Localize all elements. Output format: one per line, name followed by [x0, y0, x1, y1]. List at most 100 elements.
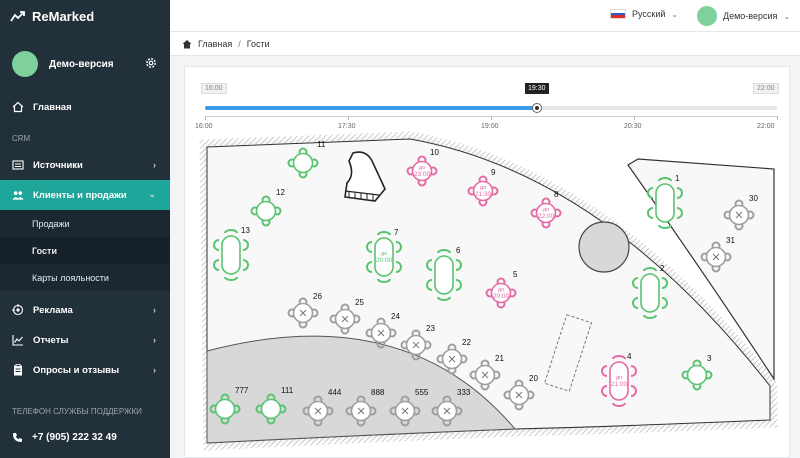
table-reservation-time: 21:30: [475, 191, 492, 198]
chevron-right-icon: ›: [153, 305, 156, 315]
table-number: 3: [707, 354, 712, 363]
table-number: 6: [456, 246, 461, 255]
user-menu[interactable]: Демо-версия ⌄: [697, 6, 790, 26]
gear-icon[interactable]: [144, 56, 158, 70]
target-icon: [12, 304, 24, 316]
table-number: 26: [313, 292, 322, 301]
table-reservation-time: 20:00: [376, 257, 393, 264]
user-name: Демо-версия: [49, 58, 114, 70]
table-number: 24: [391, 312, 400, 321]
sidebar-item-reports[interactable]: Отчеты ›: [0, 325, 170, 355]
sidebar-item-label: Клиенты и продажи: [33, 189, 127, 201]
home-icon: [12, 101, 24, 113]
timeline-tick: [777, 116, 778, 120]
timeline-tick: [205, 116, 206, 120]
clipboard-icon: [12, 364, 24, 376]
sidebar-item-ads[interactable]: Реклама ›: [0, 295, 170, 325]
logo-trend-icon: [10, 11, 25, 22]
timeline-end-chip: 22:00: [753, 83, 779, 94]
floor-plan: 11до23:0010до21:309до22:0081213до20:0076…: [199, 131, 778, 451]
breadcrumb-home[interactable]: Главная: [198, 39, 232, 49]
table-number: 31: [726, 236, 735, 245]
chart-icon: [12, 334, 24, 346]
column: [578, 221, 630, 273]
sidebar-item-clients-sales[interactable]: Клиенты и продажи ⌄: [0, 180, 170, 210]
user-block: Демо-версия: [0, 40, 170, 88]
avatar[interactable]: [12, 51, 38, 77]
chevron-down-icon: ⌄: [671, 9, 679, 19]
timeline-tick: [348, 116, 349, 120]
table-reservation-time: 23:00: [414, 171, 431, 178]
table-reservation-time: 22:00: [538, 213, 555, 220]
table-number: 888: [371, 388, 385, 397]
chevron-right-icon: ›: [153, 365, 156, 375]
sidebar-item-label: Источники: [33, 159, 83, 171]
table-number: 25: [355, 298, 364, 307]
brand-name: ReMarked: [32, 8, 95, 24]
sidebar-item-home[interactable]: Главная: [0, 92, 170, 122]
support-phone-number: +7 (905) 222 32 49: [32, 432, 117, 443]
table-number: 13: [241, 226, 250, 235]
table-number: 9: [491, 168, 496, 177]
timeline-tick: [491, 116, 492, 120]
table-number: 5: [513, 270, 518, 279]
chevron-down-icon: ⌄: [148, 189, 156, 199]
language-label: Русский: [632, 9, 666, 19]
table-number: 1: [675, 174, 680, 183]
breadcrumb-separator: /: [238, 38, 241, 49]
sources-icon: [12, 159, 24, 171]
phone-icon: [13, 433, 22, 442]
table-number: 22: [462, 338, 471, 347]
sidebar-item-surveys[interactable]: Опросы и отзывы ›: [0, 355, 170, 385]
brand[interactable]: ReMarked: [0, 0, 170, 32]
table-number: 10: [430, 148, 439, 157]
sidebar: ReMarked Демо-версия Главная CRM Источни…: [0, 0, 170, 458]
sidebar-subitem-guests[interactable]: Гости: [0, 237, 170, 264]
sidebar-item-label: Реклама: [33, 304, 73, 316]
table-reservation-time: 21:00: [611, 381, 628, 388]
chevron-down-icon: ⌄: [783, 11, 791, 21]
breadcrumb-current: Гости: [246, 38, 270, 49]
sidebar-item-sources[interactable]: Источники ›: [0, 150, 170, 180]
table-number: 4: [627, 352, 632, 361]
table-reservation-time: 20:00: [493, 293, 510, 300]
table-number: 20: [529, 374, 538, 383]
table-number: 777: [235, 386, 249, 395]
users-icon: [12, 189, 24, 201]
table-number: 2: [660, 264, 665, 273]
table-number: 21: [495, 354, 504, 363]
chevron-right-icon: ›: [153, 160, 156, 170]
table-number: 11: [317, 140, 326, 149]
home-icon[interactable]: [182, 39, 192, 49]
russia-flag-icon: [610, 9, 626, 19]
sidebar-item-label: Отчеты: [33, 334, 69, 346]
timeline-progress: [205, 106, 537, 110]
table-number: 30: [749, 194, 758, 203]
table-number: 8: [554, 190, 559, 199]
table-number: 23: [426, 324, 435, 333]
table-number: 444: [328, 388, 342, 397]
avatar: [697, 6, 717, 26]
sidebar-item-label: Главная: [33, 101, 72, 113]
timeline-start-chip: 16:00: [201, 83, 227, 94]
table-number: 555: [415, 388, 429, 397]
nav-section-crm: CRM: [12, 133, 31, 143]
table-number: 111: [281, 386, 294, 395]
user-menu-label: Демо-версия: [723, 11, 778, 21]
floor-plan-card: 16:00 22:00 19:30 16:00 17:30 19:00 20:30 22…: [184, 66, 790, 458]
breadcrumb: Главная / Гости: [170, 32, 800, 56]
sidebar-item-label: Опросы и отзывы: [33, 364, 120, 376]
support-title: ТЕЛЕФОН СЛУЖБЫ ПОДДЕРЖКИ: [12, 407, 142, 416]
timeline-tick: [634, 116, 635, 120]
table-number: 12: [276, 188, 285, 197]
timeline-current-time: 19:30: [525, 83, 549, 94]
sidebar-subitem-loyalty-cards[interactable]: Карты лояльности: [0, 264, 170, 291]
sidebar-subitem-sales[interactable]: Продажи: [0, 210, 170, 237]
table-number: 7: [394, 228, 399, 237]
chevron-right-icon: ›: [153, 335, 156, 345]
topbar: Русский ⌄ Демо-версия ⌄: [170, 0, 800, 32]
timeline-handle[interactable]: [531, 103, 542, 113]
language-selector[interactable]: Русский ⌄: [610, 9, 678, 19]
support-phone[interactable]: +7 (905) 222 32 49: [0, 432, 170, 443]
table-number: 333: [457, 388, 471, 397]
